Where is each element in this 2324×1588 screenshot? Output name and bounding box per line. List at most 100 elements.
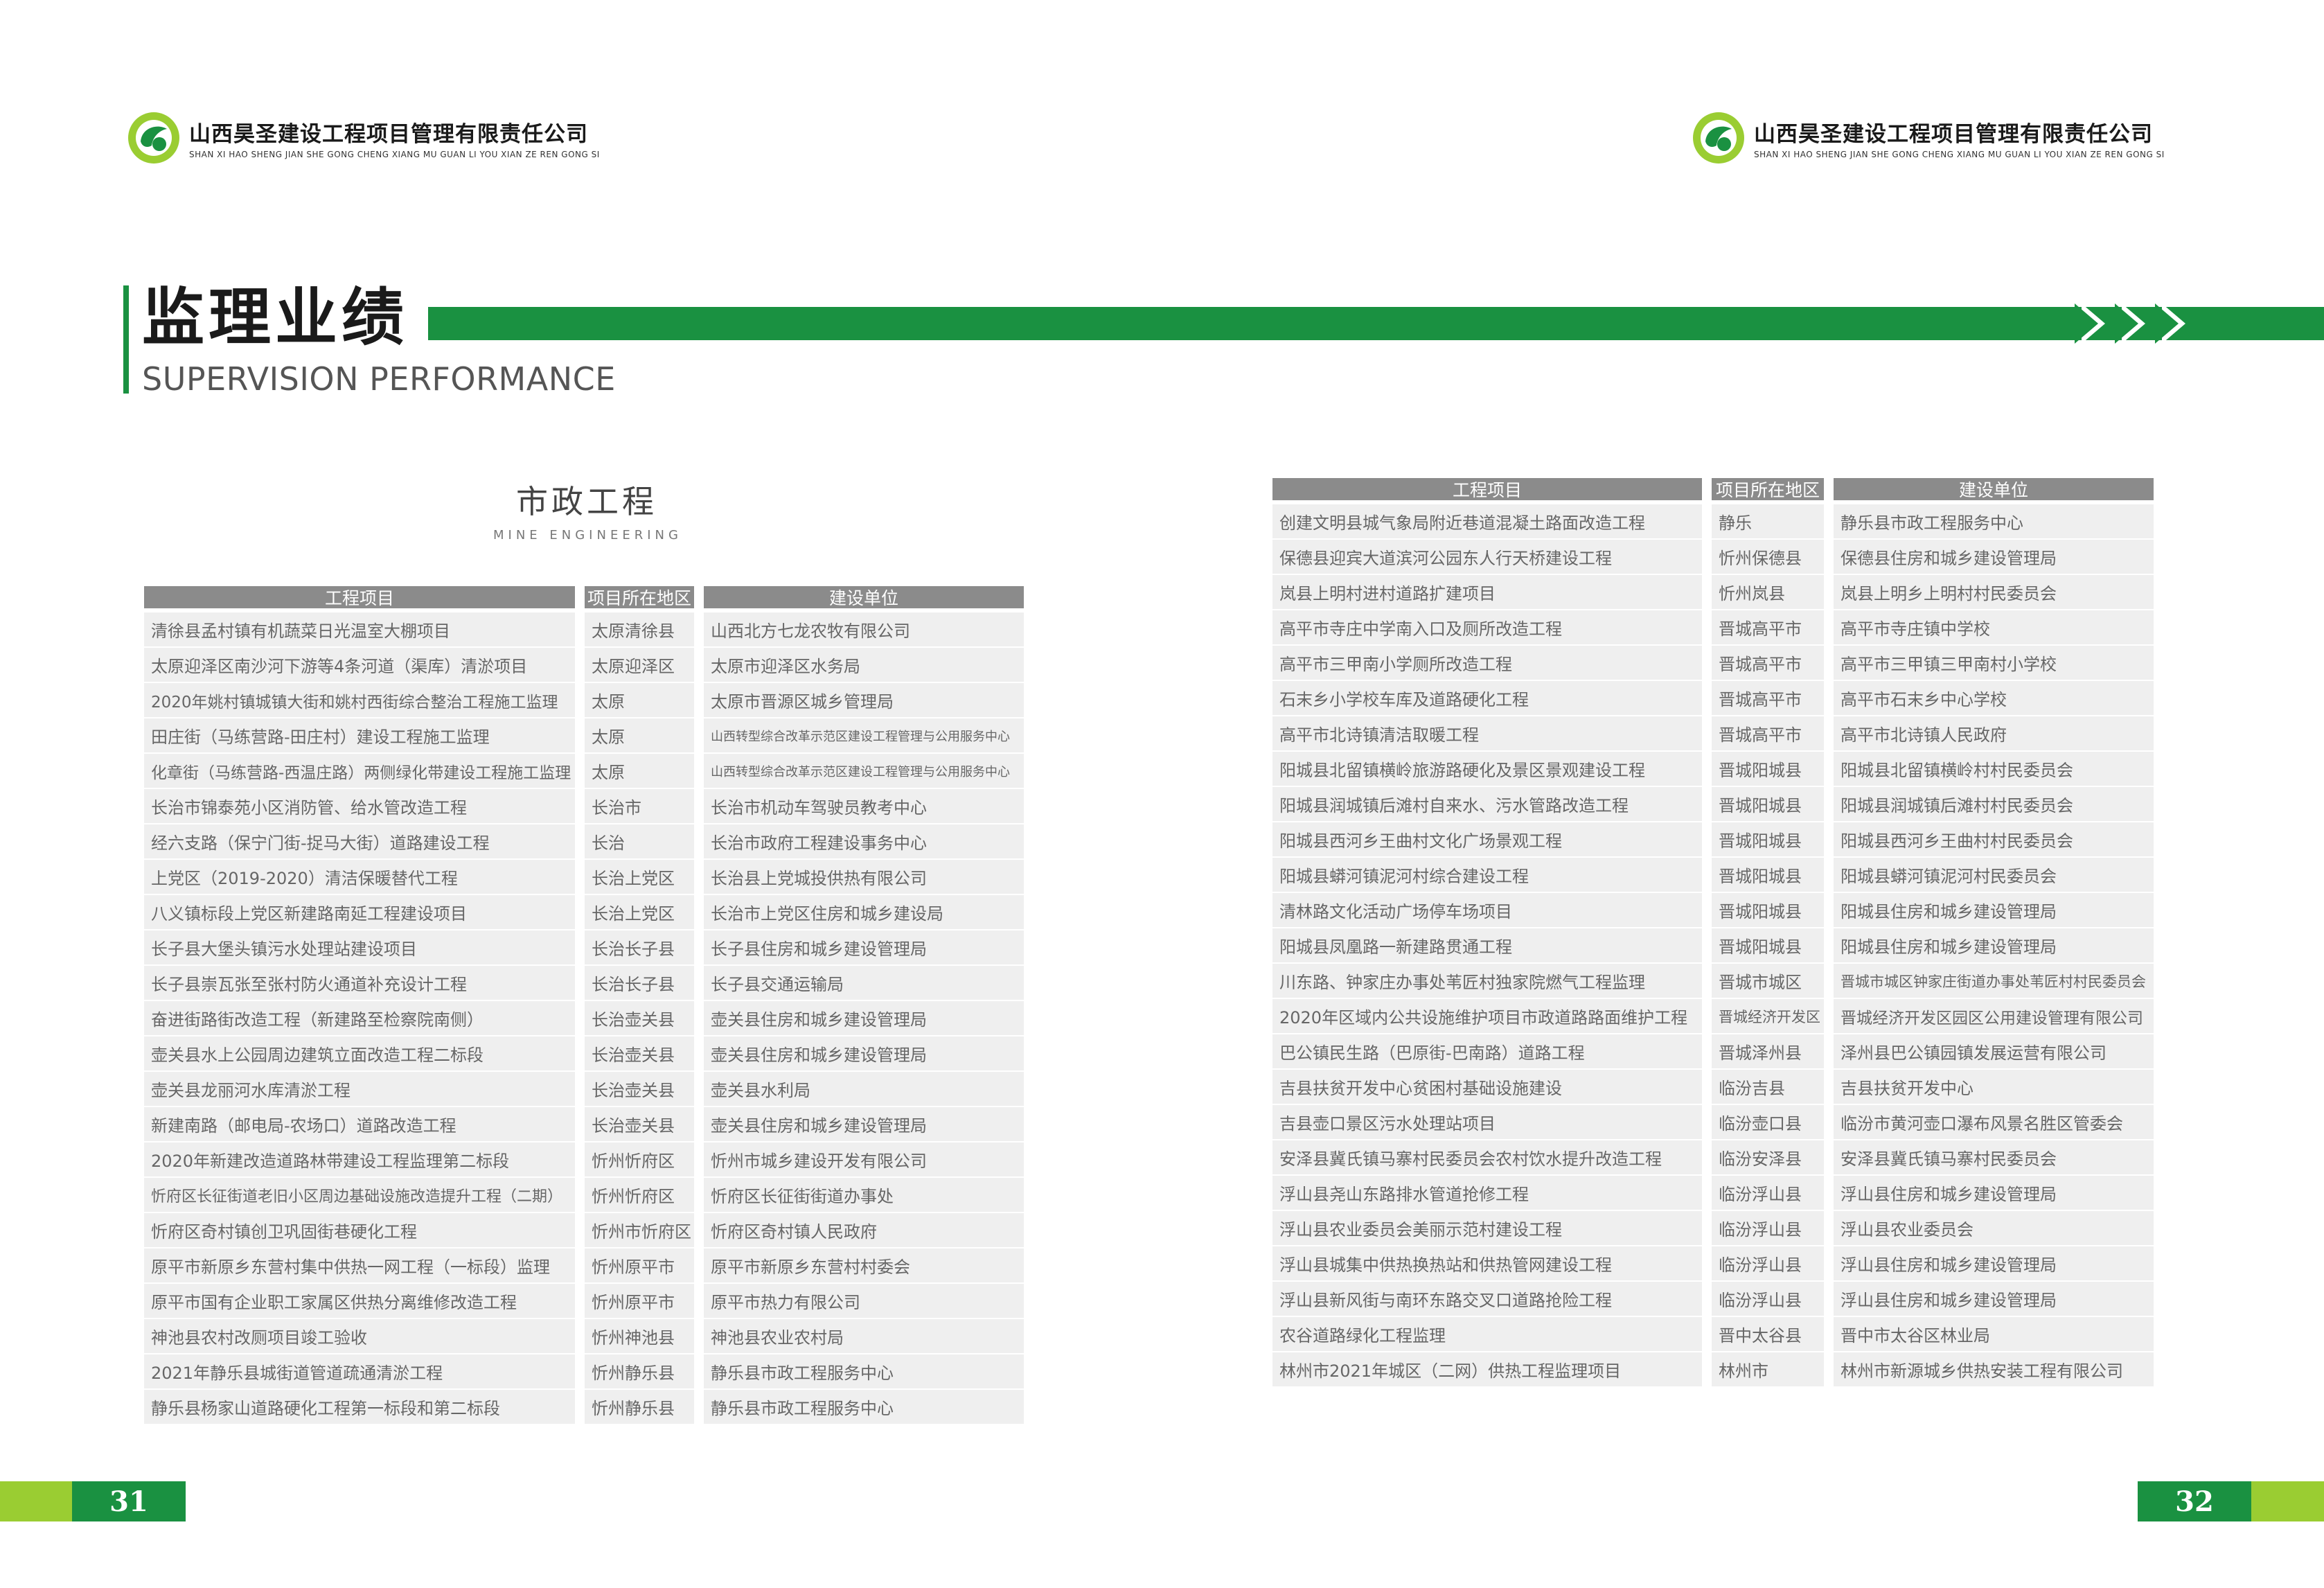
- construction-unit: 浮山县住房和城乡建设管理局: [1834, 1282, 2154, 1317]
- construction-unit: 太原市迎泽区水务局: [704, 648, 1024, 683]
- page-subtitle: SUPERVISION PERFORMANCE: [142, 360, 616, 398]
- page-number-accent: [2251, 1481, 2324, 1521]
- project-region-text: 忻州忻府区: [592, 1187, 675, 1206]
- project-region: 长治壶关县: [585, 1072, 694, 1107]
- table-row: 静乐县杨家山道路硬化工程第一标段和第二标段 忻州静乐县 静乐县市政工程服务中心: [144, 1390, 1024, 1425]
- project-region-text: 晋城高平市: [1719, 655, 1802, 674]
- project-name-text: 忻府区长征街道老旧小区周边基础设施改造提升工程（二期）: [151, 1188, 563, 1206]
- project-name: 巴公镇民生路（巴原街-巴南路）道路工程: [1272, 1034, 1702, 1070]
- table-row: 化章街（马练营路-西温庄路）两侧绿化带建设工程施工监理 太原 山西转型综合改革示范区…: [144, 754, 1024, 789]
- project-name: 长子县崇瓦张至张村防火通道补充设计工程: [144, 966, 575, 1001]
- page-number-label: 32: [2138, 1481, 2251, 1521]
- project-name-text: 高平市三甲南小学厕所改造工程: [1279, 655, 1512, 674]
- project-name-text: 化章街（马练营路-西温庄路）两侧绿化带建设工程施工监理: [151, 764, 571, 782]
- project-name-text: 浮山县城集中供热换热站和供热管网建设工程: [1279, 1255, 1612, 1275]
- table-row: 浮山县城集中供热换热站和供热管网建设工程 临汾浮山县 浮山县住房和城乡建设管理局: [1272, 1246, 2154, 1282]
- title-accent-bar: [123, 285, 129, 394]
- construction-unit: 安泽县冀氏镇马寨村民委员会: [1834, 1140, 2154, 1176]
- construction-unit: 长子县住房和城乡建设管理局: [704, 930, 1024, 966]
- company-logo-right: 山西昊圣建设工程项目管理有限责任公司 SHAN XI HAO SHENG JIA…: [1692, 111, 2165, 165]
- construction-unit: 阳城县西河乡王曲村村民委员会: [1834, 822, 2154, 858]
- construction-unit-text: 静乐县市政工程服务中心: [1840, 513, 2023, 533]
- project-region-text: 忻州忻府区: [592, 1152, 675, 1171]
- construction-unit: 原平市热力有限公司: [704, 1284, 1024, 1319]
- project-name: 阳城县凤凰路一新建路贯通工程: [1272, 928, 1702, 964]
- construction-unit: 阳城县北留镇横岭村村民委员会: [1834, 752, 2154, 787]
- construction-unit-text: 浮山县住房和城乡建设管理局: [1840, 1185, 2057, 1204]
- construction-unit: 忻府区长征街街道办事处: [704, 1178, 1024, 1213]
- project-region-text: 忻州静乐县: [592, 1399, 675, 1418]
- construction-unit: 浮山县住房和城乡建设管理局: [1834, 1176, 2154, 1211]
- project-region: 忻州神池县: [585, 1319, 694, 1355]
- right-project-table: 工程项目 项目所在地区 建设单位 创建文明县城气象局附近巷道混凝土路面改造工程 静…: [1272, 478, 2154, 1388]
- construction-unit: 忻府区奇村镇人民政府: [704, 1213, 1024, 1249]
- project-name: 新建南路（邮电局-农场口）道路改造工程: [144, 1107, 575, 1143]
- table-row: 高平市三甲南小学厕所改造工程 晋城高平市 高平市三甲镇三甲南村小学校: [1272, 646, 2154, 681]
- table-row: 阳城县润城镇后滩村自来水、污水管路改造工程 晋城阳城县 阳城县润城镇后滩村村民委员会: [1272, 787, 2154, 822]
- table-header-row: 工程项目 项目所在地区 建设单位: [1272, 478, 2154, 502]
- project-name: 林州市2021年城区（二网）供热工程监理项目: [1272, 1352, 1702, 1388]
- construction-unit: 长治市机动车驾驶员教考中心: [704, 789, 1024, 824]
- project-region: 长治长子县: [585, 930, 694, 966]
- project-name-text: 静乐县杨家山道路硬化工程第一标段和第二标段: [151, 1399, 500, 1418]
- project-region-text: 忻州市忻府区: [592, 1222, 691, 1242]
- project-name: 浮山县城集中供热换热站和供热管网建设工程: [1272, 1246, 1702, 1282]
- project-region: 晋中太谷县: [1712, 1317, 1824, 1352]
- project-name: 石末乡小学校车库及道路硬化工程: [1272, 681, 1702, 716]
- construction-unit-text: 浮山县住房和城乡建设管理局: [1840, 1255, 2057, 1275]
- project-region-text: 忻州原平市: [592, 1258, 675, 1277]
- construction-unit: 长子县交通运输局: [704, 966, 1024, 1001]
- construction-unit: 山西北方七龙农牧有限公司: [704, 612, 1024, 648]
- project-name: 高平市北诗镇清洁取暖工程: [1272, 716, 1702, 752]
- project-region-text: 长治壶关县: [592, 1081, 675, 1100]
- project-name-text: 神池县农村改厕项目竣工验收: [151, 1328, 367, 1348]
- project-region-text: 太原清徐县: [592, 621, 675, 641]
- project-region: 晋城泽州县: [1712, 1034, 1824, 1070]
- project-region-text: 晋城阳城县: [1719, 902, 1802, 921]
- company-name-cn: 山西昊圣建设工程项目管理有限责任公司: [1754, 122, 2153, 147]
- project-region: 临汾浮山县: [1712, 1211, 1824, 1246]
- table-row: 长子县大堡头镇污水处理站建设项目 长治长子县 长子县住房和城乡建设管理局: [144, 930, 1024, 966]
- project-name: 高平市寺庄中学南入口及厕所改造工程: [1272, 610, 1702, 646]
- construction-unit-text: 山西北方七龙农牧有限公司: [711, 621, 910, 641]
- project-region: 晋城阳城县: [1712, 752, 1824, 787]
- project-region: 晋城市城区: [1712, 964, 1824, 999]
- table-row: 原平市新原乡东营村集中供热一网工程（一标段）监理 忻州原平市 原平市新原乡东营村村委…: [144, 1249, 1024, 1284]
- project-region-text: 临汾安泽县: [1719, 1149, 1802, 1169]
- project-region-text: 长治壶关县: [592, 1116, 675, 1136]
- project-name-text: 清林路文化活动广场停车场项目: [1279, 902, 1512, 921]
- construction-unit-text: 高平市石末乡中心学校: [1840, 690, 2007, 709]
- project-name: 清徐县孟村镇有机蔬菜日光温室大棚项目: [144, 612, 575, 648]
- project-name-text: 壶关县龙丽河水库清淤工程: [151, 1081, 351, 1100]
- construction-unit: 壶关县住房和城乡建设管理局: [704, 1036, 1024, 1072]
- section-title: 市政工程: [516, 483, 657, 520]
- construction-unit-text: 晋城经济开发区园区公用建设管理有限公司: [1840, 1009, 2143, 1027]
- construction-unit-text: 长子县交通运输局: [711, 975, 844, 994]
- construction-unit: 山西转型综合改革示范区建设工程管理与公用服务中心: [704, 754, 1024, 789]
- construction-unit-text: 阳城县住房和城乡建设管理局: [1840, 902, 2057, 921]
- construction-unit-text: 壶关县水利局: [711, 1081, 810, 1100]
- construction-unit-text: 泽州县巴公镇园镇发展运营有限公司: [1840, 1043, 2106, 1063]
- project-region-text: 晋城经济开发区: [1719, 1008, 1820, 1025]
- table-row: 岚县上明村进村道路扩建项目 忻州岚县 岚县上明乡上明村村民委员会: [1272, 575, 2154, 610]
- table-row: 浮山县农业委员会美丽示范村建设工程 临汾浮山县 浮山县农业委员会: [1272, 1211, 2154, 1246]
- project-name: 川东路、钟家庄办事处苇匠村独家院燃气工程监理: [1272, 964, 1702, 999]
- project-name-text: 阳城县北留镇横岭旅游路硬化及景区景观建设工程: [1279, 761, 1645, 780]
- construction-unit: 吉县扶贫开发中心: [1834, 1070, 2154, 1105]
- table-row: 清林路文化活动广场停车场项目 晋城阳城县 阳城县住房和城乡建设管理局: [1272, 893, 2154, 928]
- construction-unit-text: 静乐县市政工程服务中心: [711, 1364, 894, 1383]
- table-row: 巴公镇民生路（巴原街-巴南路）道路工程 晋城泽州县 泽州县巴公镇园镇发展运营有限公司: [1272, 1034, 2154, 1070]
- table-row: 神池县农村改厕项目竣工验收 忻州神池县 神池县农业农村局: [144, 1319, 1024, 1355]
- header-unit: 建设单位: [1834, 478, 2154, 502]
- construction-unit-text: 吉县扶贫开发中心: [1840, 1079, 1973, 1098]
- table-row: 清徐县孟村镇有机蔬菜日光温室大棚项目 太原清徐县 山西北方七龙农牧有限公司: [144, 612, 1024, 648]
- project-region-text: 晋城阳城县: [1719, 937, 1802, 957]
- construction-unit: 高平市石末乡中心学校: [1834, 681, 2154, 716]
- project-region-text: 晋城泽州县: [1719, 1043, 1802, 1063]
- project-region: 长治: [585, 824, 694, 860]
- project-region-text: 忻州原平市: [592, 1293, 675, 1312]
- construction-unit: 泽州县巴公镇园镇发展运营有限公司: [1834, 1034, 2154, 1070]
- project-name: 浮山县农业委员会美丽示范村建设工程: [1272, 1211, 1702, 1246]
- section-subtitle: MINE ENGINEERING: [493, 528, 682, 542]
- project-region: 林州市: [1712, 1352, 1824, 1388]
